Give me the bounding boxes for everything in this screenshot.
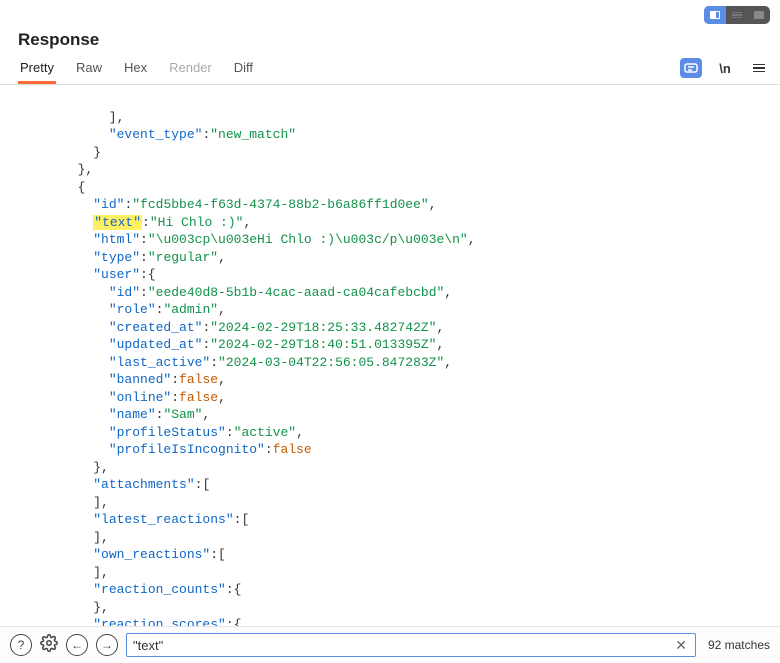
tab-pretty[interactable]: Pretty [18,56,56,84]
json-key: "id" [109,285,140,300]
json-key: "id" [93,197,124,212]
json-key: "name" [109,407,156,422]
json-value: "2024-02-29T18:40:51.013395Z" [210,337,436,352]
json-value: "regular" [148,250,218,265]
clear-search-icon[interactable]: ✕ [673,637,689,654]
json-value: "admin" [163,302,218,317]
json-key: "reaction_counts" [93,582,226,597]
json-key: "profileStatus" [109,425,226,440]
layout-lines-icon[interactable] [726,6,748,24]
json-value: false [273,442,312,457]
json-value: "\u003cp\u003eHi Chlo :)\u003c/p\u003e\n… [148,232,468,247]
match-count: 92 matches [704,638,770,652]
json-key: "user" [93,267,140,282]
json-key: "latest_reactions" [93,512,233,527]
json-key: "created_at" [109,320,203,335]
gear-icon[interactable] [40,634,58,656]
json-value: false [179,390,218,405]
json-key: "type" [93,250,140,265]
json-key: "banned" [109,372,171,387]
tab-hex[interactable]: Hex [122,56,149,84]
tab-diff[interactable]: Diff [232,56,255,84]
search-input[interactable] [133,638,673,653]
json-value: "Hi Chlo :)" [150,215,244,230]
line-gutter [18,91,56,634]
tabs: Pretty Raw Hex Render Diff [18,56,255,84]
json-value: "2024-02-29T18:25:33.482742Z" [210,320,436,335]
json-key: "online" [109,390,171,405]
json-value: "active" [234,425,296,440]
panel-title: Response [18,26,255,54]
layout-split-icon[interactable] [704,6,726,24]
layout-full-icon[interactable] [748,6,770,24]
next-match-button[interactable]: → [96,634,118,656]
json-key: "attachments" [93,477,194,492]
json-key: "own_reactions" [93,547,210,562]
json-key: "role" [109,302,156,317]
actions-icon[interactable] [680,58,702,78]
json-key: "profileIsIncognito" [109,442,265,457]
json-key: "html" [93,232,140,247]
view-toggle[interactable] [704,6,770,24]
prev-match-button[interactable]: ← [66,634,88,656]
json-value: "2024-03-04T22:56:05.847283Z" [218,355,444,370]
tab-raw[interactable]: Raw [74,56,104,84]
response-body[interactable]: ], "event_type":"new_match" } }, { "id":… [0,85,780,640]
json-key: "updated_at" [109,337,203,352]
json-value: "Sam" [163,407,202,422]
json-key: "event_type" [109,127,203,142]
json-value: "fcd5bbe4-f63d-4374-88b2-b6a86ff1d0ee" [132,197,428,212]
json-key-highlighted: "text" [93,215,142,230]
json-key: "last_active" [109,355,210,370]
help-icon[interactable]: ? [10,634,32,656]
tab-render[interactable]: Render [167,56,214,84]
wrap-toggle[interactable]: \n [714,58,736,78]
json-value: "new_match" [210,127,296,142]
json-value: "eede40d8-5b1b-4cac-aaad-ca04cafebcbd" [148,285,444,300]
menu-icon[interactable] [748,58,770,78]
json-value: false [179,372,218,387]
search-box[interactable]: ✕ [126,633,696,657]
